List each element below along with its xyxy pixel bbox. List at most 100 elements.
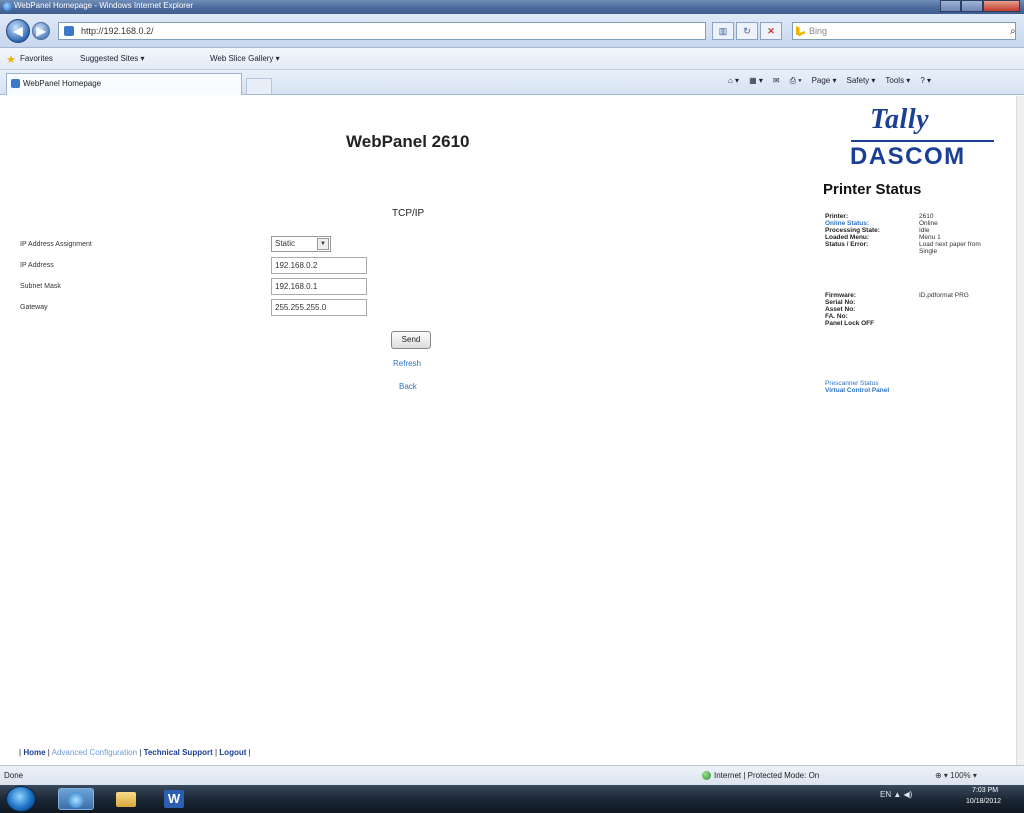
search-icon[interactable]: ⌕ [1010, 26, 1016, 37]
favorites-star-icon: ★ [6, 54, 16, 66]
logo-divider [851, 140, 994, 142]
online-status-link[interactable]: Online Status: [825, 220, 869, 227]
prescanner-status-link[interactable]: Prescanner Status [825, 380, 878, 387]
new-tab-button[interactable] [246, 78, 272, 94]
vertical-scrollbar[interactable] [1016, 96, 1024, 765]
navigation-bar: ◀ ▶ http://192.168.0.2/ ▥ ↻ ✕ Bing ⌕ [0, 14, 1024, 48]
search-input[interactable]: Bing [792, 22, 1016, 40]
zoom-value: 100% [950, 771, 971, 780]
address-bar[interactable]: http://192.168.0.2/ [58, 22, 706, 40]
ip-assignment-label: IP Address Assignment [20, 241, 92, 248]
subnet-mask-field[interactable]: 192.168.0.1 [271, 278, 367, 295]
loaded-menu-value: Menu 1 [919, 234, 941, 241]
printer-status-title: Printer Status [823, 181, 922, 198]
browser-status-bar: Done Internet | Protected Mode: On ⊕ ▾ 1… [0, 765, 1024, 785]
printer-key: Printer: [825, 213, 849, 220]
tab-title: WebPanel Homepage [23, 79, 102, 88]
zoom-level[interactable]: ⊕ ▾ 100% ▾ [935, 771, 977, 780]
firmware-key: Firmware: [825, 292, 857, 299]
clock-date[interactable]: 10/18/2012 [966, 798, 1001, 805]
taskbar-ie-icon[interactable] [58, 788, 94, 810]
start-button[interactable] [6, 786, 36, 812]
feeds-icon[interactable]: ▦ ▾ [749, 76, 763, 90]
bing-logo-icon [796, 26, 805, 36]
tab-webpanel-homepage[interactable]: WebPanel Homepage [6, 73, 242, 95]
close-button[interactable] [982, 0, 1020, 12]
serial-no-key: Serial No: [825, 299, 856, 306]
compatibility-view-icon[interactable]: ▥ [712, 22, 734, 40]
chevron-down-icon: ▼ [317, 238, 329, 250]
ip-assignment-select[interactable]: Static ▼ [271, 236, 331, 252]
ip-address-field[interactable]: 192.168.0.2 [271, 257, 367, 274]
gateway-field[interactable]: 255.255.255.0 [271, 299, 367, 316]
taskbar-explorer-icon[interactable] [108, 788, 144, 810]
dascom-logo: DASCOM [850, 143, 966, 170]
technical-support-link[interactable]: Technical Support [144, 748, 213, 757]
footer-nav: | Home | Advanced Configuration | Techni… [19, 748, 251, 757]
subnet-mask-label: Subnet Mask [20, 283, 61, 290]
maximize-button[interactable] [961, 0, 983, 12]
taskbar-word-icon[interactable] [156, 788, 192, 810]
print-icon[interactable]: ⎙ ▾ [790, 76, 802, 90]
window-controls [940, 0, 1020, 12]
asset-no-key: Asset No: [825, 306, 856, 313]
page-menu[interactable]: Page ▾ [812, 76, 837, 90]
home-icon[interactable]: ⌂ ▾ [728, 76, 739, 90]
web-slice-gallery-link[interactable]: Web Slice Gallery ▾ [210, 54, 280, 63]
window-title-bar: WebPanel Homepage - Windows Internet Exp… [0, 0, 1024, 14]
gateway-label: Gateway [20, 304, 48, 311]
refresh-icon[interactable]: ↻ [736, 22, 758, 40]
home-link[interactable]: Home [23, 748, 45, 757]
ip-assignment-value: Static [275, 239, 296, 248]
forward-arrow-icon: ▶ [36, 24, 46, 38]
processing-state-key: Processing State: [825, 227, 880, 234]
clock-time[interactable]: 7:03 PM [972, 787, 998, 794]
processing-state-value: Idle [919, 227, 930, 234]
status-text: Done [4, 771, 24, 780]
section-title: TCP/IP [392, 208, 425, 219]
window-title: WebPanel Homepage - Windows Internet Exp… [14, 1, 194, 10]
firmware-value: ID.pdformat PRG [919, 292, 969, 299]
refresh-link[interactable]: Refresh [393, 359, 421, 368]
tally-logo: Tally [870, 104, 930, 135]
language-indicator[interactable]: EN [880, 790, 891, 799]
forward-button[interactable]: ▶ [32, 22, 50, 40]
tools-menu[interactable]: Tools ▾ [885, 76, 910, 90]
address-text: http://192.168.0.2/ [81, 26, 154, 36]
back-link[interactable]: Back [399, 382, 417, 391]
help-icon[interactable]: ? ▾ [920, 76, 931, 90]
suggested-sites-link[interactable]: Suggested Sites ▾ [80, 54, 145, 63]
fa-no-key: FA. No: [825, 313, 848, 320]
read-mail-icon[interactable]: ✉ [773, 76, 780, 90]
send-button[interactable]: Send [391, 331, 431, 349]
status-error-value: Load next paper from [919, 241, 981, 248]
volume-icon[interactable]: ◀) [904, 790, 913, 799]
logout-link[interactable]: Logout [219, 748, 246, 757]
status-error-value-cont: Single [919, 248, 938, 255]
loaded-menu-key: Loaded Menu: [825, 234, 870, 241]
command-bar: ⌂ ▾ ▦ ▾ ✉ ⎙ ▾ Page ▾ Safety ▾ Tools ▾ ? … [728, 76, 931, 90]
ie-logo-icon [3, 2, 12, 11]
favorites-button[interactable]: Favorites [20, 54, 53, 63]
back-button[interactable]: ◀ [6, 19, 30, 43]
stop-icon[interactable]: ✕ [760, 22, 782, 40]
panel-lock-status: Panel Lock OFF [825, 320, 875, 327]
virtual-control-panel-link[interactable]: Virtual Control Panel [825, 387, 889, 394]
tab-bar: WebPanel Homepage ⌂ ▾ ▦ ▾ ✉ ⎙ ▾ Page ▾ S… [0, 70, 1024, 95]
windows-taskbar: EN ▲ ◀) [0, 785, 1024, 813]
search-placeholder: Bing [809, 26, 828, 36]
advanced-configuration-link[interactable]: Advanced Configuration [52, 748, 137, 757]
security-zone[interactable]: Internet | Protected Mode: On [714, 771, 819, 780]
back-arrow-icon: ◀ [13, 24, 23, 38]
tab-favicon-icon [11, 79, 20, 88]
status-error-key: Status / Error: [825, 241, 869, 248]
page-favicon-icon [64, 26, 74, 36]
ip-address-label: IP Address [20, 262, 54, 269]
minimize-button[interactable] [940, 0, 962, 12]
system-tray: EN ▲ ◀) [880, 790, 912, 799]
safety-menu[interactable]: Safety ▾ [846, 76, 875, 90]
online-status-value: Online [919, 220, 938, 227]
tray-arrow-icon[interactable]: ▲ [893, 790, 903, 799]
internet-zone-icon [702, 771, 711, 780]
printer-value: 2610 [919, 213, 934, 220]
